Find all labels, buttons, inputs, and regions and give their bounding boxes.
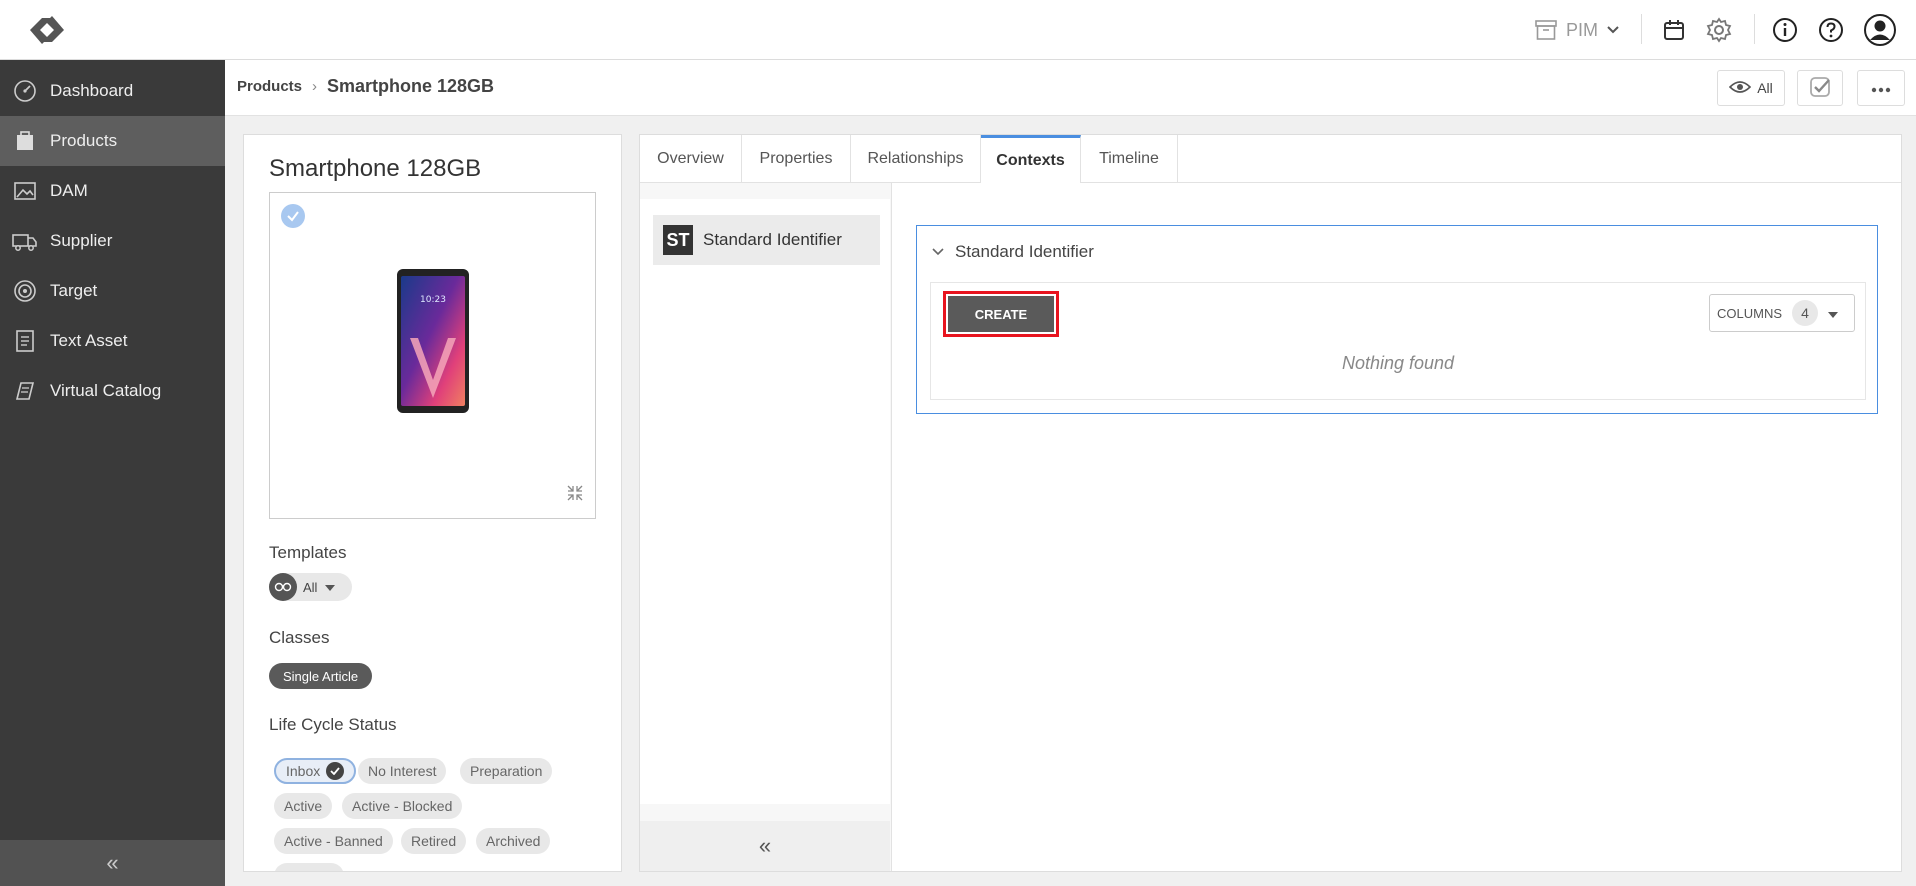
divider (1641, 14, 1642, 44)
context-item-label: Standard Identifier (703, 230, 842, 249)
breadcrumb: Products › Smartphone 128GB (237, 76, 494, 97)
divider (1754, 14, 1755, 44)
tab-properties[interactable]: Properties (742, 135, 851, 183)
context-section: Standard Identifier CREATE COLUMNS 4 Not… (916, 225, 1878, 414)
sidebar-collapse-button[interactable]: « (0, 840, 225, 886)
classes-label: Classes (269, 628, 330, 647)
logo-icon[interactable] (22, 10, 72, 50)
detail-panel: Overview Properties Relationships Contex… (639, 134, 1902, 872)
context-section-title: Standard Identifier (955, 242, 1094, 261)
book-icon (12, 378, 38, 404)
context-list-body: ST Standard Identifier (640, 199, 890, 804)
sidebar-item-label: Products (50, 131, 118, 150)
product-summary-panel: Smartphone 128GB 10:23 Templates All Cla… (243, 134, 622, 872)
view-filter-button[interactable]: All (1717, 70, 1785, 106)
more-options-button[interactable] (1857, 70, 1905, 106)
columns-label: COLUMNS (1717, 305, 1783, 321)
status-chip-preparation[interactable]: Preparation (460, 758, 553, 784)
breadcrumb-current: Smartphone 128GB (327, 76, 495, 96)
context-list-collapse-button[interactable]: « (640, 821, 890, 871)
truck-icon (12, 228, 38, 254)
context-list: ST Standard Identifier « (640, 183, 892, 871)
tab-contexts[interactable]: Contexts (981, 135, 1081, 183)
status-chip-no-interest[interactable]: No Interest (358, 758, 447, 784)
columns-count: 4 (1792, 300, 1819, 326)
module-label: PIM (1566, 19, 1599, 40)
page-header: Products › Smartphone 128GB All (225, 60, 1916, 116)
product-title: Smartphone 128GB (269, 155, 482, 182)
breadcrumb-products-link[interactable]: Products (237, 78, 302, 95)
templates-dropdown[interactable]: All (269, 573, 352, 601)
templates-label: Templates (269, 543, 347, 562)
top-bar: PIM (0, 0, 1916, 60)
sidebar-item-text-asset[interactable]: Text Asset (0, 316, 225, 366)
module-selector[interactable]: PIM (1534, 16, 1620, 44)
sidebar: Dashboard Products DAM Supplier Target T… (0, 60, 225, 886)
svg-text:10:23: 10:23 (420, 295, 446, 305)
product-image: 10:23 (396, 268, 470, 419)
image-icon (12, 178, 38, 204)
tab-bar: Overview Properties Relationships Contex… (640, 135, 1901, 183)
check-badge-icon (1808, 75, 1832, 102)
sidebar-item-target[interactable]: Target (0, 266, 225, 316)
tab-overview[interactable]: Overview (640, 135, 742, 183)
template-icon (269, 573, 297, 601)
class-badge[interactable]: Single Article (269, 663, 373, 689)
status-chip-partial[interactable] (274, 863, 344, 871)
target-icon (12, 278, 38, 304)
sidebar-item-products[interactable]: Products (0, 116, 225, 166)
context-section-header[interactable]: Standard Identifier (931, 242, 1094, 262)
lifecycle-label: Life Cycle Status (269, 715, 397, 734)
approve-button[interactable] (1797, 70, 1843, 106)
context-item-standard-identifier[interactable]: ST Standard Identifier (653, 215, 880, 265)
more-horizontal-icon (1871, 80, 1891, 96)
catalog-icon[interactable] (1659, 15, 1689, 45)
sidebar-item-dam[interactable]: DAM (0, 166, 225, 216)
gear-icon[interactable] (1704, 15, 1734, 45)
status-chip-inbox[interactable]: Inbox (274, 758, 357, 784)
sidebar-item-supplier[interactable]: Supplier (0, 216, 225, 266)
status-chip-active-blocked[interactable]: Active - Blocked (342, 793, 463, 819)
status-label: Inbox (286, 763, 321, 779)
document-icon (12, 328, 38, 354)
dashboard-icon (12, 78, 38, 104)
eye-icon (1729, 80, 1752, 97)
sidebar-item-label: Dashboard (50, 81, 134, 100)
caret-down-icon (325, 578, 336, 596)
empty-state-message: Nothing found (1341, 353, 1455, 373)
sidebar-item-label: Text Asset (50, 331, 128, 350)
sidebar-item-label: Supplier (50, 231, 113, 250)
sidebar-item-label: Virtual Catalog (50, 381, 162, 400)
chevron-down-icon (1606, 25, 1620, 35)
status-chip-archived[interactable]: Archived (476, 828, 551, 854)
breadcrumb-separator: › (312, 78, 318, 95)
templates-value: All (303, 579, 318, 595)
collapse-image-icon[interactable] (567, 485, 583, 506)
create-button-label: CREATE (948, 296, 1054, 332)
check-icon[interactable] (281, 204, 305, 228)
archive-icon (1534, 19, 1558, 41)
user-icon[interactable] (1862, 12, 1898, 48)
columns-dropdown[interactable]: COLUMNS 4 (1709, 294, 1855, 332)
context-table: CREATE COLUMNS 4 Nothing found (930, 282, 1866, 400)
help-icon[interactable] (1816, 15, 1846, 45)
status-chip-active[interactable]: Active (274, 793, 333, 819)
check-icon (326, 762, 345, 780)
context-badge: ST (663, 225, 693, 255)
sidebar-item-label: DAM (50, 181, 88, 200)
sidebar-item-virtual-catalog[interactable]: Virtual Catalog (0, 366, 225, 416)
tab-timeline[interactable]: Timeline (1081, 135, 1178, 183)
view-filter-label: All (1757, 80, 1773, 96)
products-icon (12, 128, 38, 154)
status-chip-retired[interactable]: Retired (401, 828, 467, 854)
chevron-down-icon (931, 242, 945, 262)
product-image-box[interactable]: 10:23 (269, 192, 596, 519)
sidebar-item-dashboard[interactable]: Dashboard (0, 66, 225, 116)
sidebar-item-label: Target (50, 281, 98, 300)
caret-down-icon (1828, 306, 1839, 321)
tab-relationships[interactable]: Relationships (851, 135, 981, 183)
info-icon[interactable] (1770, 15, 1800, 45)
create-button[interactable]: CREATE (943, 291, 1059, 337)
status-chip-active-banned[interactable]: Active - Banned (274, 828, 393, 854)
